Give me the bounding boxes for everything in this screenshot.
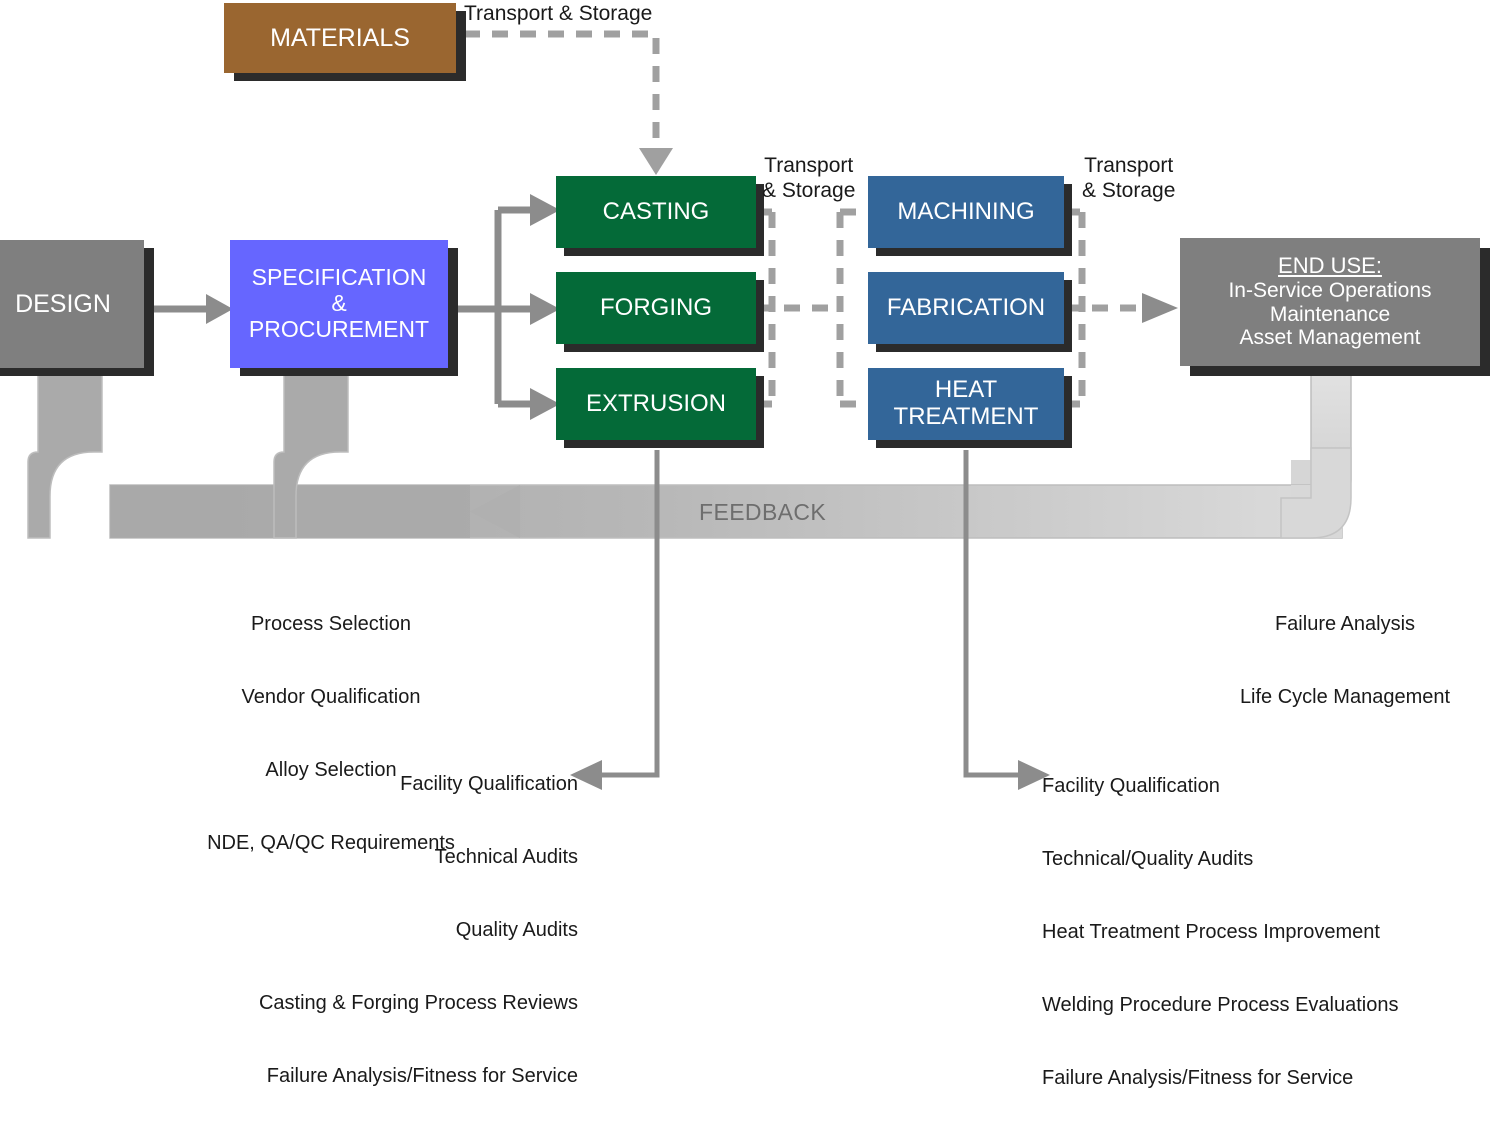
annotation-line: Vendor Qualification <box>241 685 421 708</box>
node-forging-label: FORGING <box>600 293 712 321</box>
annotation-line: Heat Treatment Process Improvement <box>1042 921 1380 944</box>
dashed-secondary-to-end-use <box>1064 208 1178 408</box>
node-specification-label: SPECIFICATION & PROCUREMENT <box>248 264 430 342</box>
annotation-line: Technical Audits <box>434 845 578 868</box>
annotation-line: Life Cycle Management <box>1239 685 1451 708</box>
label-casting-transport: Transport & Storage <box>762 154 856 203</box>
dashed-materials-to-casting <box>464 30 673 175</box>
node-end-use-title: END USE: <box>1278 253 1382 279</box>
node-heat-treatment[interactable]: HEAT TREATMENT <box>868 368 1064 440</box>
node-fabrication[interactable]: FABRICATION <box>868 272 1064 344</box>
label-feedback: FEEDBACK <box>699 499 827 525</box>
node-specification[interactable]: SPECIFICATION & PROCUREMENT <box>230 240 448 368</box>
node-extrusion-label: EXTRUSION <box>585 389 726 417</box>
annotation-line: Failure Analysis/Fitness for Service <box>1042 1067 1354 1090</box>
arrow-specification-to-processes <box>452 194 560 420</box>
node-casting-label: CASTING <box>602 197 710 225</box>
annotation-line: Failure Analysis/Fitness for Service <box>266 1065 578 1088</box>
node-machining[interactable]: MACHINING <box>868 176 1064 248</box>
node-end-use-line-2: Maintenance <box>1269 302 1391 326</box>
node-machining-label: MACHINING <box>897 197 1035 225</box>
dashed-processes-to-secondary <box>756 208 870 408</box>
label-machining-transport: Transport & Storage <box>1082 154 1176 203</box>
node-heat-treatment-label: HEAT TREATMENT <box>893 376 1039 430</box>
annotation-casting-notes: Facility Qualification Technical Audits … <box>190 723 578 1138</box>
annotation-line: Technical/Quality Audits <box>1042 847 1254 870</box>
arrow-design-to-specification <box>152 294 233 324</box>
node-casting[interactable]: CASTING <box>556 176 756 248</box>
annotation-line: Failure Analysis <box>1274 612 1416 635</box>
node-design[interactable]: DESIGN <box>0 240 144 368</box>
node-end-use[interactable]: END USE: In-Service Operations Maintenan… <box>1180 238 1480 366</box>
node-materials[interactable]: MATERIALS <box>224 3 456 73</box>
node-fabrication-label: FABRICATION <box>886 293 1046 321</box>
annotation-line: Facility Qualification <box>400 772 578 795</box>
annotation-line: Process Selection <box>250 612 412 635</box>
annotation-line: Casting & Forging Process Reviews <box>258 992 578 1015</box>
node-materials-label: MATERIALS <box>270 24 410 52</box>
annotation-line: Welding Procedure Process Evaluations <box>1042 994 1399 1017</box>
annotation-line: Facility Qualification <box>1042 774 1220 797</box>
node-end-use-line-1: In-Service Operations <box>1228 279 1432 303</box>
label-materials-transport: Transport & Storage <box>464 2 653 25</box>
node-design-label: DESIGN <box>15 290 111 318</box>
node-extrusion[interactable]: EXTRUSION <box>556 368 756 440</box>
annotation-line: Quality Audits <box>455 919 578 942</box>
node-forging[interactable]: FORGING <box>556 272 756 344</box>
node-end-use-line-3: Asset Management <box>1239 326 1421 350</box>
flowchart-canvas: MATERIALS DESIGN SPECIFICATION & PROCURE… <box>0 0 1500 1089</box>
annotation-heat-treatment-notes: Facility Qualification Technical/Quality… <box>1042 725 1472 1140</box>
